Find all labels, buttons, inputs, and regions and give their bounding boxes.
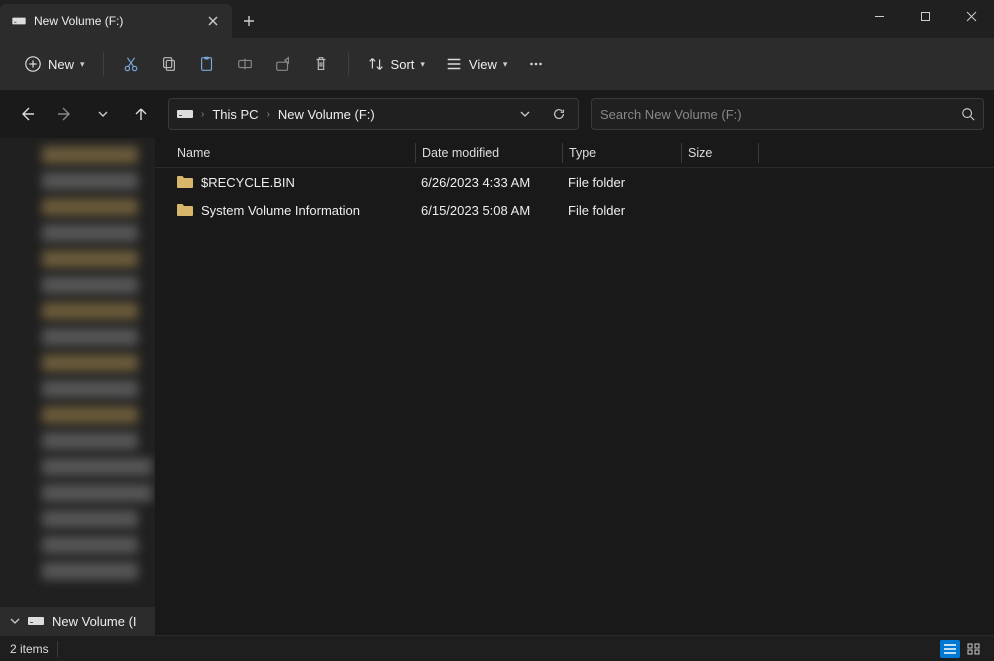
- folder-icon: [177, 203, 193, 217]
- chevron-down-icon: [520, 109, 530, 119]
- drive-icon: [12, 16, 26, 26]
- column-date[interactable]: ⌄Date modified: [416, 146, 562, 160]
- column-size[interactable]: Size: [682, 146, 758, 160]
- arrow-left-icon: [19, 106, 35, 122]
- chevron-down-icon: ▾: [420, 59, 425, 70]
- table-row[interactable]: System Volume Information 6/15/2023 5:08 …: [155, 196, 994, 224]
- sidebar-item-drive[interactable]: New Volume (I: [0, 607, 155, 635]
- navigation-pane[interactable]: New Volume (I: [0, 138, 155, 635]
- nav-pane-items-redacted: [0, 146, 155, 580]
- plus-circle-icon: [24, 55, 42, 73]
- file-date: 6/15/2023 5:08 AM: [415, 203, 562, 218]
- back-button[interactable]: [10, 97, 44, 131]
- details-view-button[interactable]: [940, 640, 960, 658]
- sort-icon: [367, 55, 385, 73]
- delete-button[interactable]: [304, 47, 338, 81]
- sort-button-label: Sort: [391, 57, 415, 72]
- breadcrumb-current[interactable]: New Volume (F:): [274, 100, 379, 128]
- column-type[interactable]: Type: [563, 146, 681, 160]
- paste-button[interactable]: [190, 47, 224, 81]
- minimize-button[interactable]: [856, 0, 902, 32]
- breadcrumb-this-pc[interactable]: This PC: [208, 100, 262, 128]
- history-dropdown[interactable]: [510, 99, 540, 129]
- details-view-icon: [943, 643, 957, 655]
- sidebar-item-label: New Volume (I: [52, 614, 137, 629]
- view-button[interactable]: View ▾: [437, 47, 515, 81]
- paste-icon: [198, 55, 216, 73]
- active-tab[interactable]: New Volume (F:): [0, 4, 232, 38]
- tab-title: New Volume (F:): [34, 14, 198, 28]
- up-button[interactable]: [124, 97, 158, 131]
- search-icon[interactable]: [961, 107, 975, 121]
- view-icon: [445, 55, 463, 73]
- chevron-down-icon: ▾: [503, 59, 508, 70]
- trash-icon: [312, 55, 330, 73]
- cut-icon: [122, 55, 140, 73]
- chevron-down-icon: [10, 616, 20, 626]
- refresh-icon: [552, 107, 566, 121]
- new-tab-button[interactable]: [232, 4, 266, 38]
- cut-button[interactable]: [114, 47, 148, 81]
- chevron-down-icon: [97, 108, 109, 120]
- file-name: $RECYCLE.BIN: [201, 175, 295, 190]
- new-button-label: New: [48, 57, 74, 72]
- sort-button[interactable]: Sort ▾: [359, 47, 433, 81]
- rename-button[interactable]: [228, 47, 262, 81]
- file-type: File folder: [562, 203, 681, 218]
- more-icon: [527, 55, 545, 73]
- column-name[interactable]: Name: [171, 146, 415, 160]
- navigation-bar: › This PC › New Volume (F:): [0, 90, 994, 138]
- chevron-right-icon[interactable]: ›: [267, 109, 270, 120]
- chevron-down-icon: ▾: [80, 59, 85, 70]
- file-name: System Volume Information: [201, 203, 360, 218]
- file-list-pane: Name ⌄Date modified Type Size $RECYCLE.B…: [155, 138, 994, 635]
- status-bar: 2 items: [0, 635, 994, 661]
- column-headers: Name ⌄Date modified Type Size: [155, 138, 994, 168]
- table-row[interactable]: $RECYCLE.BIN 6/26/2023 4:33 AMFile folder: [155, 168, 994, 196]
- close-tab-icon[interactable]: [206, 14, 220, 28]
- thumbnails-view-button[interactable]: [964, 640, 984, 658]
- rename-icon: [236, 55, 254, 73]
- drive-icon: [28, 615, 44, 627]
- copy-icon: [160, 55, 178, 73]
- recent-locations-button[interactable]: [86, 97, 120, 131]
- forward-button[interactable]: [48, 97, 82, 131]
- file-date: 6/26/2023 4:33 AM: [415, 175, 562, 190]
- separator: [103, 52, 104, 76]
- search-input[interactable]: [600, 107, 961, 122]
- search-box[interactable]: [591, 98, 984, 130]
- chevron-right-icon[interactable]: ›: [201, 109, 204, 120]
- titlebar: New Volume (F:): [0, 0, 994, 38]
- arrow-up-icon: [133, 106, 149, 122]
- file-type: File folder: [562, 175, 681, 190]
- share-icon: [274, 55, 292, 73]
- maximize-button[interactable]: [902, 0, 948, 32]
- view-button-label: View: [469, 57, 497, 72]
- copy-button[interactable]: [152, 47, 186, 81]
- address-bar[interactable]: › This PC › New Volume (F:): [168, 98, 579, 130]
- status-item-count: 2 items: [10, 642, 49, 656]
- thumbnails-view-icon: [967, 643, 981, 655]
- breadcrumb-drive-icon[interactable]: [173, 100, 197, 128]
- more-button[interactable]: [519, 47, 553, 81]
- folder-icon: [177, 175, 193, 189]
- share-button[interactable]: [266, 47, 300, 81]
- refresh-button[interactable]: [544, 99, 574, 129]
- drive-icon: [177, 108, 193, 120]
- sort-indicator-icon: ⌄: [486, 145, 493, 154]
- new-button[interactable]: New ▾: [16, 47, 93, 81]
- separator: [348, 52, 349, 76]
- command-bar: New ▾ Sort ▾ View ▾: [0, 38, 994, 90]
- arrow-right-icon: [57, 106, 73, 122]
- close-window-button[interactable]: [948, 0, 994, 32]
